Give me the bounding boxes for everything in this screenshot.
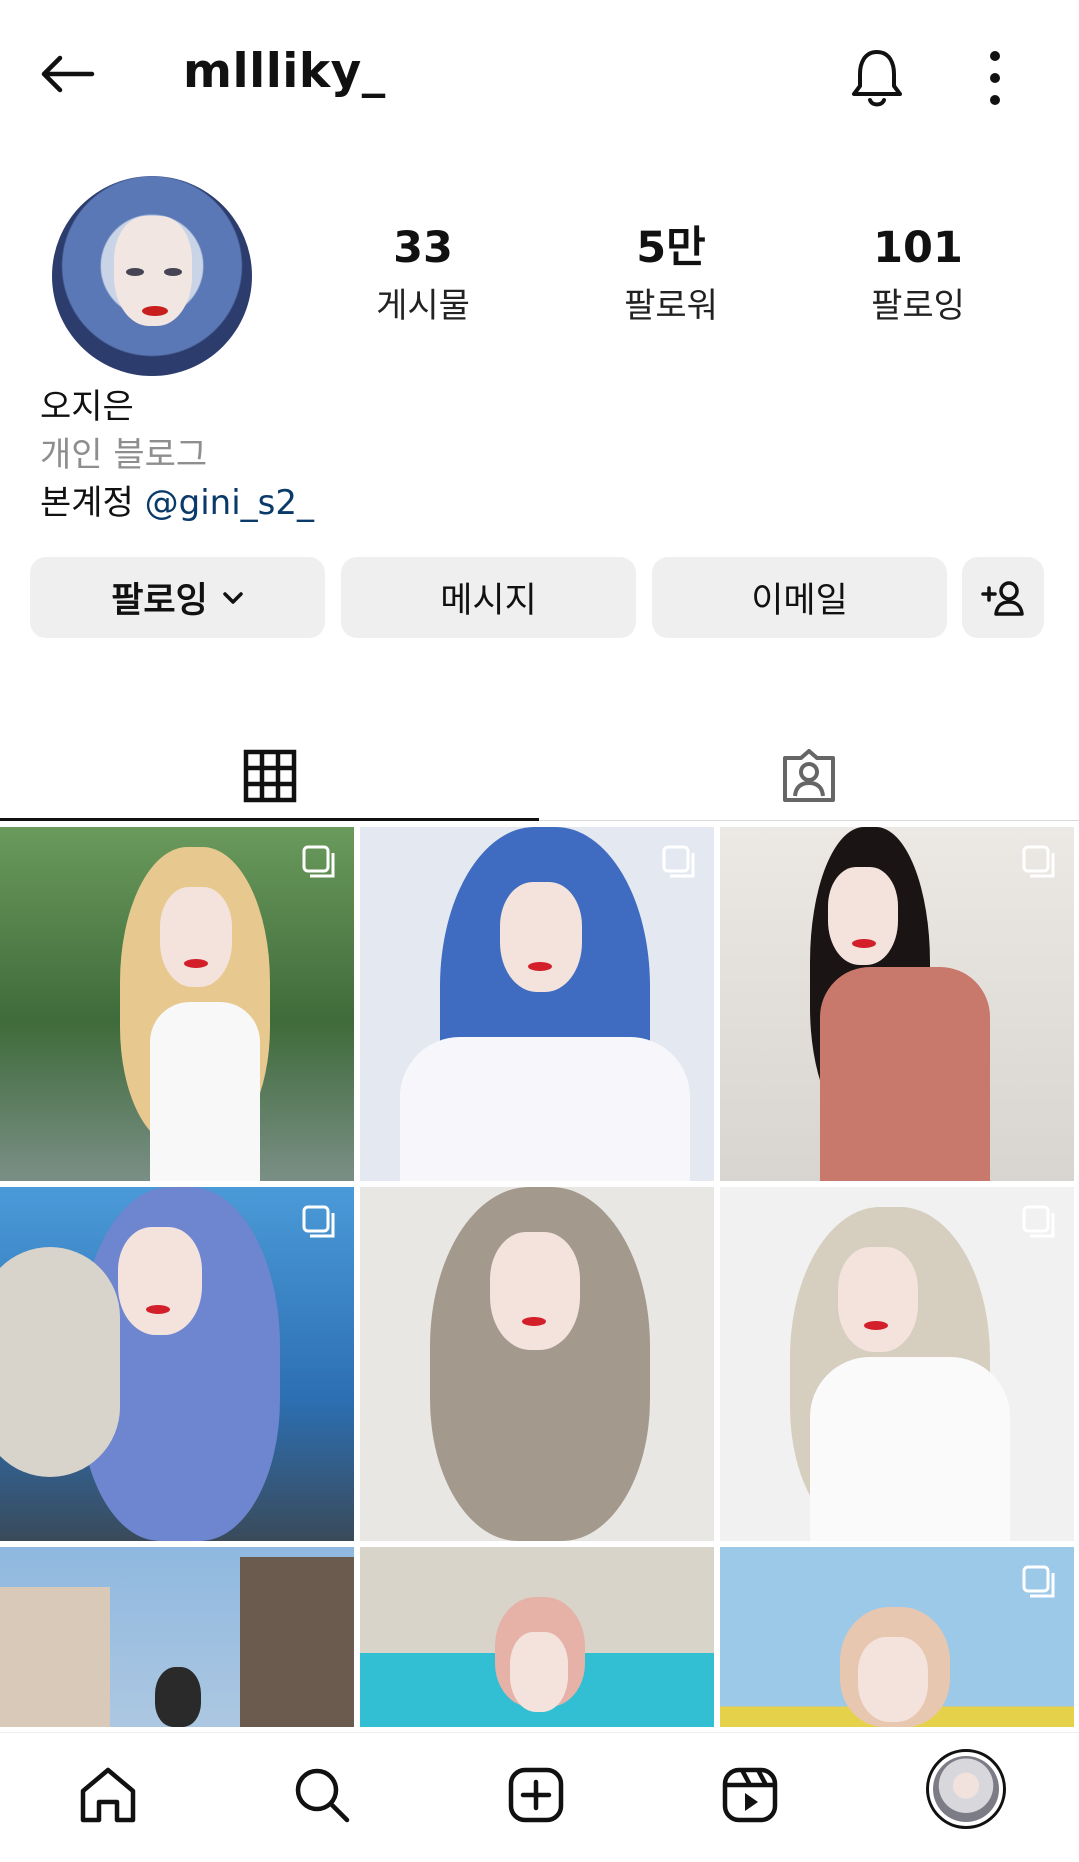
- profile-username: mllliky_: [183, 44, 386, 99]
- more-options-button[interactable]: [970, 46, 1020, 110]
- search-icon: [295, 1768, 350, 1823]
- tab-posts-grid[interactable]: [0, 730, 539, 822]
- posts-grid: [0, 827, 1079, 1727]
- posts-count[interactable]: 33 게시물: [343, 224, 503, 327]
- home-icon: [80, 1767, 136, 1823]
- multi-photo-icon: [1022, 1205, 1055, 1238]
- bottom-navigation: [0, 1732, 1079, 1862]
- post-thumbnail[interactable]: [360, 827, 714, 1181]
- post-thumbnail[interactable]: [360, 1187, 714, 1541]
- post-thumbnail[interactable]: [0, 1187, 354, 1541]
- post-thumbnail[interactable]: [360, 1547, 714, 1727]
- post-thumbnail[interactable]: [720, 1547, 1074, 1727]
- nav-create-button[interactable]: [496, 1755, 576, 1835]
- add-person-icon: [981, 580, 1024, 616]
- profile-avatar: [933, 1756, 999, 1822]
- arrow-left-icon: [41, 55, 95, 93]
- grid-icon: [243, 749, 296, 803]
- nav-search-button[interactable]: [282, 1755, 362, 1835]
- message-button[interactable]: 메시지: [341, 557, 636, 638]
- suggested-accounts-button[interactable]: [962, 557, 1044, 638]
- post-thumbnail[interactable]: [720, 1187, 1074, 1541]
- multi-photo-icon: [1022, 845, 1055, 878]
- nav-reels-button[interactable]: [710, 1755, 790, 1835]
- chevron-down-icon: [223, 591, 243, 604]
- following-button[interactable]: 팔로잉: [30, 557, 325, 638]
- notifications-button[interactable]: [842, 42, 912, 112]
- tab-tagged[interactable]: [539, 730, 1078, 822]
- bio-mention-link[interactable]: @gini_s2_: [145, 483, 314, 523]
- post-thumbnail[interactable]: [720, 827, 1074, 1181]
- post-thumbnail[interactable]: [0, 1547, 354, 1727]
- tagged-person-icon: [782, 749, 835, 802]
- profile-bio: 오지은 개인 블로그 본계정 @gini_s2_: [40, 383, 314, 527]
- followers-count[interactable]: 5만 팔로워: [591, 224, 751, 327]
- multi-photo-icon: [302, 845, 335, 878]
- reels-icon: [722, 1767, 778, 1823]
- bio-text: 본계정: [40, 483, 134, 523]
- multi-photo-icon: [1022, 1565, 1055, 1598]
- profile-avatar[interactable]: [52, 176, 252, 376]
- nav-home-button[interactable]: [68, 1755, 148, 1835]
- active-tab-indicator: [0, 818, 539, 821]
- following-count[interactable]: 101 팔로잉: [838, 224, 998, 327]
- post-thumbnail[interactable]: [0, 827, 354, 1181]
- email-button[interactable]: 이메일: [652, 557, 947, 638]
- back-button[interactable]: [38, 44, 108, 104]
- multi-photo-icon: [302, 1205, 335, 1238]
- multi-photo-icon: [662, 845, 695, 878]
- create-icon: [508, 1767, 564, 1823]
- profile-name: 오지은: [40, 387, 134, 427]
- bell-icon: [852, 50, 902, 107]
- more-vertical-icon: [990, 51, 1000, 105]
- profile-category: 개인 블로그: [40, 435, 208, 475]
- top-bar: mllliky_: [0, 0, 1079, 150]
- nav-profile-button[interactable]: [926, 1749, 1006, 1829]
